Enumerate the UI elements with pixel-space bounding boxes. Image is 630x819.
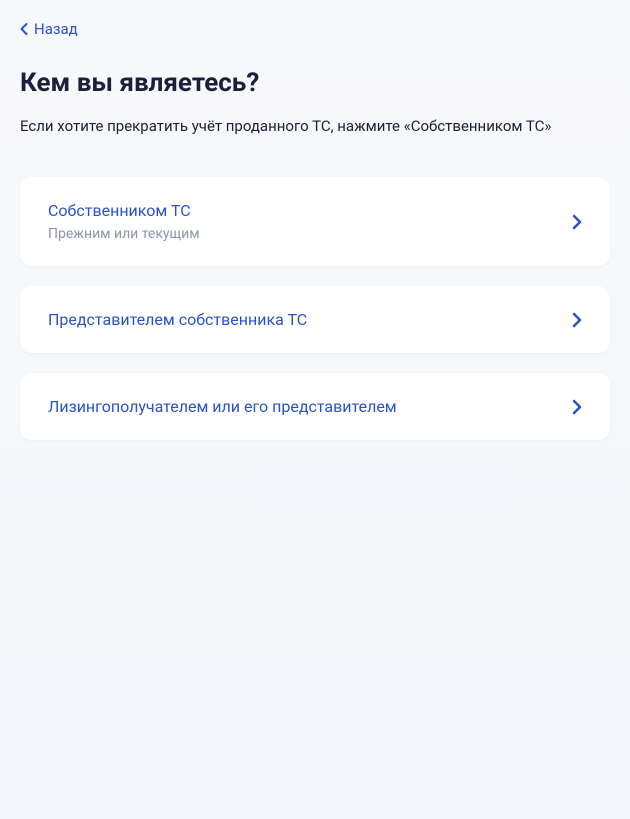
option-title: Лизингополучателем или его представителе…	[48, 397, 572, 416]
back-link[interactable]: Назад	[20, 20, 610, 38]
chevron-right-icon	[572, 312, 582, 328]
option-lessee[interactable]: Лизингополучателем или его представителе…	[20, 373, 610, 440]
option-title: Представителем собственника ТС	[48, 310, 572, 329]
option-representative[interactable]: Представителем собственника ТС	[20, 286, 610, 353]
back-link-label: Назад	[34, 20, 78, 38]
option-subtitle: Прежним или текущим	[48, 226, 572, 242]
chevron-left-icon	[20, 23, 28, 35]
page-title: Кем вы являетесь?	[20, 68, 610, 98]
chevron-right-icon	[572, 214, 582, 230]
page-description: Если хотите прекратить учёт проданного Т…	[20, 116, 610, 137]
option-owner[interactable]: Собственником ТС Прежним или текущим	[20, 177, 610, 266]
option-title: Собственником ТС	[48, 201, 572, 220]
option-content: Представителем собственника ТС	[48, 310, 572, 329]
option-content: Лизингополучателем или его представителе…	[48, 397, 572, 416]
option-content: Собственником ТС Прежним или текущим	[48, 201, 572, 242]
chevron-right-icon	[572, 399, 582, 415]
